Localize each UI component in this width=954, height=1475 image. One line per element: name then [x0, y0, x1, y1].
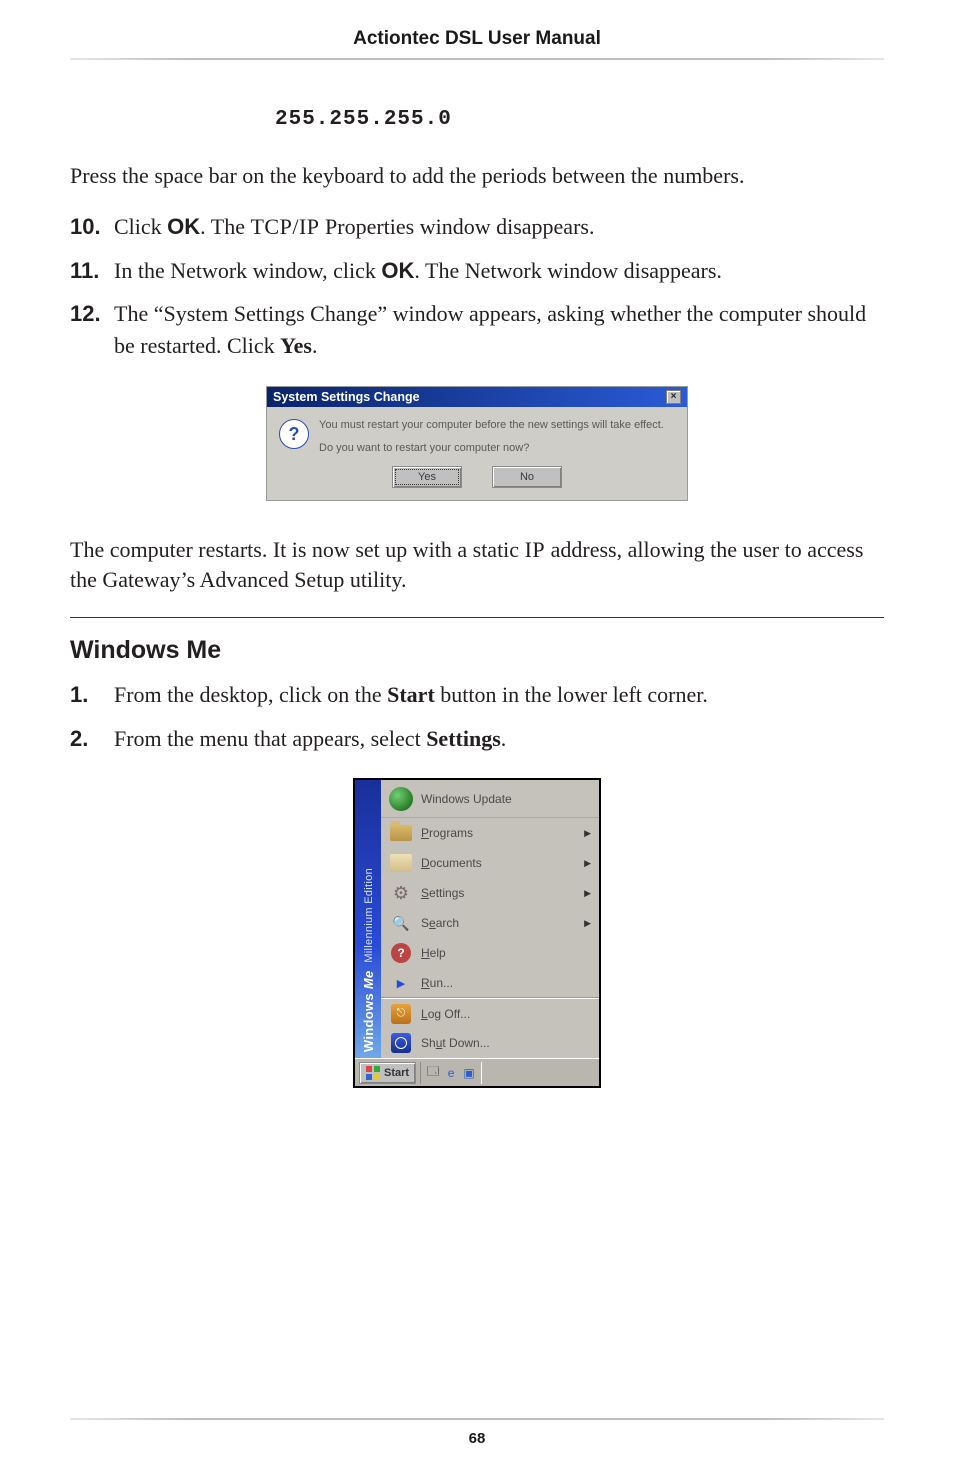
outro-paragraph: The computer restarts. It is now set up … [70, 535, 884, 594]
yes-button[interactable]: Yes [392, 466, 462, 488]
settings-icon: ⚙ [389, 881, 413, 905]
submenu-arrow-icon: ▶ [584, 858, 591, 869]
page-header-title: Actiontec DSL User Manual [70, 28, 884, 50]
menu-programs[interactable]: Programs ▶ [381, 818, 599, 848]
programs-icon [389, 821, 413, 845]
taskbar: Start 🗔 e ▣ [355, 1058, 599, 1086]
subnet-mask-value: 255.255.255.0 [70, 108, 884, 131]
windows-flag-icon [366, 1066, 380, 1080]
windows-update-icon [389, 787, 413, 811]
step-b2: 2. From the menu that appears, select Se… [70, 723, 884, 755]
menu-label: Documents [421, 856, 482, 870]
menu-label: Windows Update [421, 792, 512, 806]
menu-search[interactable]: Search ▶ [381, 908, 599, 938]
menu-help[interactable]: ? Help [381, 938, 599, 968]
page-footer: 68 [0, 1418, 954, 1447]
page-number: 68 [0, 1430, 954, 1447]
step-body: The “System Settings Change” window appe… [114, 298, 884, 362]
shutdown-icon [389, 1031, 413, 1055]
step-body: From the desktop, click on the Start but… [114, 679, 884, 711]
step-body: In the Network window, click OK. The Net… [114, 255, 884, 287]
menu-windows-update[interactable]: Windows Update [381, 780, 599, 818]
menu-label: Run... [421, 976, 453, 990]
logoff-icon: ⎋ [389, 1002, 413, 1026]
search-icon [389, 911, 413, 935]
documents-icon [389, 851, 413, 875]
submenu-arrow-icon: ▶ [584, 918, 591, 929]
menu-label: Shut Down... [421, 1036, 490, 1050]
menu-documents[interactable]: Documents ▶ [381, 848, 599, 878]
step-12: 12. The “System Settings Change” window … [70, 298, 884, 362]
menu-label: Help [421, 946, 446, 960]
footer-rule [70, 1418, 884, 1420]
submenu-arrow-icon: ▶ [584, 888, 591, 899]
system-settings-change-dialog: System Settings Change × ? You must rest… [266, 386, 688, 501]
menu-label: Log Off... [421, 1007, 470, 1021]
start-menu-figure: Windows Me Millennium Edition Windows Up… [353, 778, 601, 1088]
menu-label: Search [421, 916, 459, 930]
menu-run[interactable]: Run... [381, 968, 599, 998]
no-button[interactable]: No [492, 466, 562, 488]
dialog-title: System Settings Change [273, 390, 420, 404]
menu-label: Settings [421, 886, 464, 900]
question-icon: ? [279, 419, 309, 449]
quick-launch-icon[interactable]: ▣ [461, 1065, 477, 1081]
menu-settings[interactable]: ⚙ Settings ▶ [381, 878, 599, 908]
step-number: 12. [70, 298, 114, 362]
intro-paragraph: Press the space bar on the keyboard to a… [70, 161, 884, 191]
step-number: 2. [70, 723, 114, 755]
step-10: 10. Click OK. The TCP/IP Properties wind… [70, 211, 884, 243]
step-11: 11. In the Network window, click OK. The… [70, 255, 884, 287]
submenu-arrow-icon: ▶ [584, 828, 591, 839]
steps-list-a: 10. Click OK. The TCP/IP Properties wind… [70, 211, 884, 363]
dialog-message: You must restart your computer before th… [319, 417, 664, 456]
steps-list-b: 1. From the desktop, click on the Start … [70, 679, 884, 755]
start-button[interactable]: Start [359, 1062, 416, 1084]
dialog-titlebar: System Settings Change × [267, 387, 687, 407]
menu-logoff[interactable]: ⎋ Log Off... [381, 998, 599, 1028]
quick-launch: 🗔 e ▣ [420, 1062, 482, 1084]
close-icon[interactable]: × [666, 390, 681, 404]
section-divider [70, 617, 884, 618]
start-label: Start [384, 1067, 409, 1079]
quick-launch-icon[interactable]: 🗔 [425, 1065, 441, 1081]
header-rule [70, 58, 884, 60]
start-menu-sidebar: Windows Me Millennium Edition [355, 780, 381, 1058]
help-icon: ? [389, 941, 413, 965]
step-body: From the menu that appears, select Setti… [114, 723, 884, 755]
step-body: Click OK. The TCP/IP Properties window d… [114, 211, 884, 243]
step-number: 1. [70, 679, 114, 711]
step-b1: 1. From the desktop, click on the Start … [70, 679, 884, 711]
menu-shutdown[interactable]: Shut Down... [381, 1028, 599, 1058]
section-heading: Windows Me [70, 636, 884, 665]
step-number: 10. [70, 211, 114, 243]
quick-launch-icon[interactable]: e [443, 1065, 459, 1081]
step-number: 11. [70, 255, 114, 287]
run-icon [389, 971, 413, 995]
menu-label: Programs [421, 826, 473, 840]
